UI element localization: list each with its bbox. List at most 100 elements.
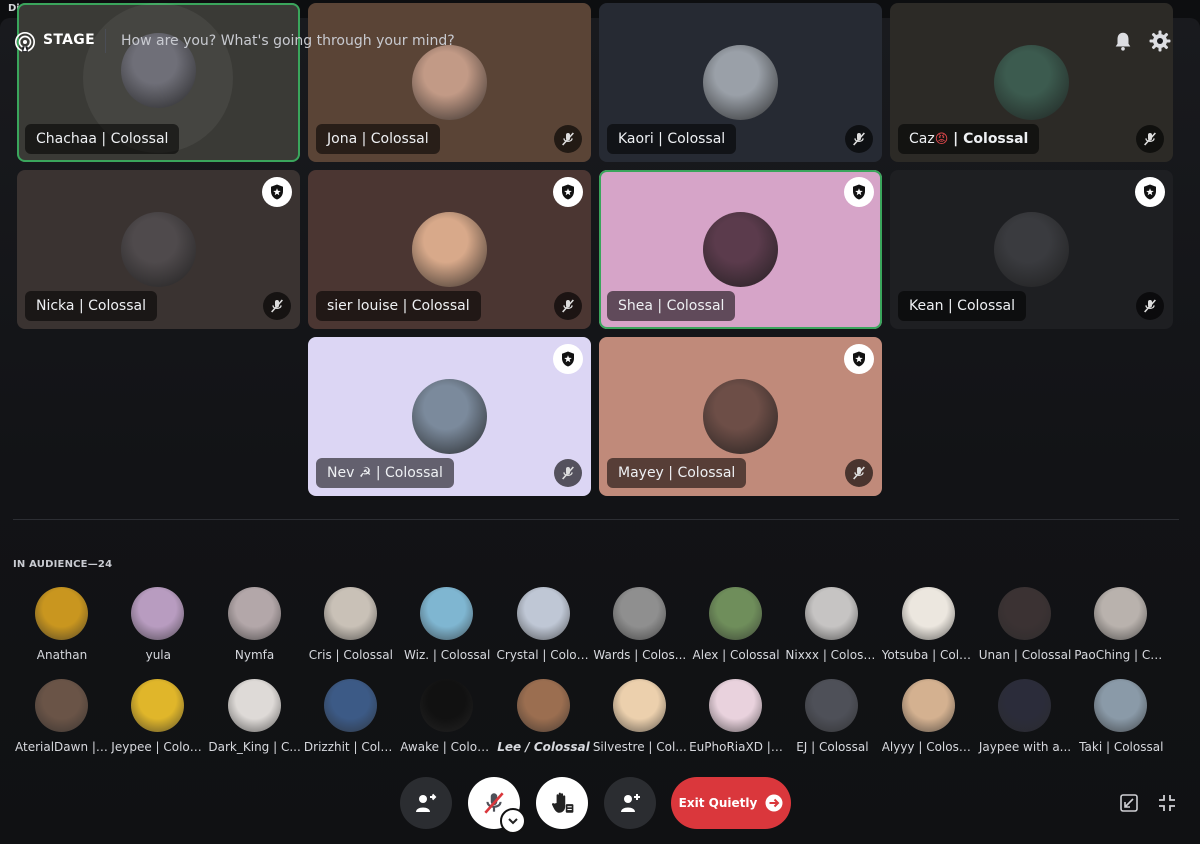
audience-member[interactable]: AterialDawn | ... [15, 679, 109, 759]
audience-name: Awake | Colos... [400, 740, 495, 754]
audience-member[interactable]: EJ | Colossal [785, 679, 879, 759]
speaker-name-text: Kean | Colossal [909, 298, 1016, 314]
speaker-name-text: Nicka | Colossal [36, 298, 146, 314]
audience-name: Nixxx | Colossal [785, 648, 880, 662]
speaker-name-text: sier louise | Colossal [327, 298, 470, 314]
mic-options-button[interactable] [500, 808, 526, 834]
audience-member[interactable]: Jaypee with a... [978, 679, 1072, 759]
audience-member[interactable]: Crystal | Colos... [497, 587, 591, 667]
audience-member[interactable]: Drizzhit | Colo... [304, 679, 398, 759]
audience-name: Alex | Colossal [692, 648, 780, 662]
audience-avatar [131, 587, 185, 640]
speaker-name: Kaori | Colossal [607, 124, 737, 154]
speaker-name-text: Shea | Colossal [618, 298, 725, 314]
audience-name: Wiz. | Colossal [404, 648, 491, 662]
audience-avatar [227, 587, 281, 640]
exit-quietly-button[interactable]: Exit Quietly [671, 777, 791, 829]
gear-icon[interactable] [1148, 29, 1172, 53]
invite-button[interactable] [604, 777, 656, 829]
audience-avatar [420, 679, 474, 732]
audience-avatar [35, 679, 88, 732]
audience-avatar [901, 587, 955, 640]
speaker-tile[interactable]: Shea | Colossal [599, 170, 882, 329]
audience-member[interactable]: Alex | Colossal [689, 587, 783, 667]
audience-name: Dark_King | C... [208, 740, 301, 754]
audience-member[interactable]: EuPhoRiaXD | ... [689, 679, 783, 759]
speaker-avatar [121, 212, 196, 287]
audience-name: AterialDawn | ... [15, 740, 109, 754]
audience-member[interactable]: Awake | Colos... [400, 679, 494, 759]
speaker-avatar [994, 212, 1069, 287]
audience-member[interactable]: Wiz. | Colossal [400, 587, 494, 667]
audience-name: Anathan [36, 648, 88, 662]
audience-avatar [1094, 679, 1148, 732]
section-divider [13, 519, 1179, 520]
audience-member[interactable]: Lee / Colossal [497, 679, 591, 759]
audience-member[interactable]: Nixxx | Colossal [785, 587, 879, 667]
audience-name: Drizzhit | Colo... [303, 740, 398, 754]
person-arrow-icon [416, 793, 437, 812]
audience-avatar [35, 587, 88, 640]
move-to-audience-button[interactable] [400, 777, 452, 829]
audience-avatar [323, 679, 377, 732]
audience-avatar [420, 587, 474, 640]
audience-name: Cris | Colossal [308, 648, 393, 662]
speaker-name: Kean | Colossal [898, 291, 1027, 321]
speaker-avatar [703, 379, 778, 454]
speaker-tile[interactable]: Nev ☭ | Colossal [308, 337, 591, 496]
minimize-icon[interactable] [1157, 793, 1177, 813]
moderator-shield-icon [262, 177, 292, 207]
mic-muted-icon [554, 292, 582, 320]
audience-heading: IN AUDIENCE—24 [13, 559, 113, 570]
speaker-tile[interactable]: sier louise | Colossal [308, 170, 591, 329]
audience-member[interactable]: Anathan [15, 587, 109, 667]
moderator-shield-icon [553, 177, 583, 207]
audience-member[interactable]: yula [111, 587, 205, 667]
bell-icon[interactable] [1112, 30, 1134, 52]
header-divider [105, 29, 106, 53]
audience-avatar [805, 679, 859, 732]
mic-muted-icon [263, 292, 291, 320]
audience-name: Jaypee with a... [978, 740, 1072, 754]
audience-member[interactable]: PaoChing | Co... [1074, 587, 1168, 667]
audience-avatar [1094, 587, 1148, 640]
speaker-name: Chachaa | Colossal [25, 124, 180, 154]
audience-name: yula [145, 648, 171, 662]
audience-name: PaoChing | Co... [1074, 648, 1169, 662]
chevron-down-icon [508, 818, 518, 825]
audience-member[interactable]: Taki | Colossal [1074, 679, 1168, 759]
audience-name: Taki | Colossal [1079, 740, 1164, 754]
speaker-name-text: Chachaa | Colossal [36, 131, 169, 147]
speaker-tile[interactable]: Mayey | Colossal [599, 337, 882, 496]
audience-member[interactable]: Jeypee | Colos... [111, 679, 205, 759]
audience-member[interactable]: Silvestre | Col... [593, 679, 687, 759]
speaker-avatar [412, 212, 487, 287]
audience-avatar [709, 679, 763, 732]
mic-muted-icon [1136, 125, 1164, 153]
audience-name: Yotsuba | Colo... [881, 648, 976, 662]
audience-member[interactable]: Dark_King | C... [208, 679, 302, 759]
speaker-tile[interactable]: Kean | Colossal [890, 170, 1173, 329]
audience-member[interactable]: Cris | Colossal [304, 587, 398, 667]
mic-muted-icon [554, 125, 582, 153]
speaker-name: Mayey | Colossal [607, 458, 747, 488]
audience-avatar [612, 587, 666, 640]
speaker-name-text: Nev ☭ | Colossal [327, 465, 443, 481]
speaker-name: Shea | Colossal [607, 291, 736, 321]
arrow-right-circle-icon [765, 794, 783, 812]
audience-member[interactable]: Yotsuba | Colo... [882, 587, 976, 667]
audience-member[interactable]: Wards | Colos... [593, 587, 687, 667]
stage-label: STAGE [43, 32, 95, 48]
speaker-tile[interactable]: Nicka | Colossal [17, 170, 300, 329]
raise-hand-button[interactable] [536, 777, 588, 829]
audience-member[interactable]: Unan | Colossal [978, 587, 1072, 667]
audience-member[interactable]: Nymfa [208, 587, 302, 667]
popout-icon[interactable] [1119, 793, 1139, 813]
person-add-icon [621, 794, 640, 812]
speaker-name: Nicka | Colossal [25, 291, 157, 321]
audience-avatar [323, 587, 377, 640]
audience-avatar [516, 679, 570, 732]
audience-name: Silvestre | Col... [592, 740, 687, 754]
speaker-name-text: Caz [909, 131, 935, 147]
audience-member[interactable]: Alyyy | Colossal [882, 679, 976, 759]
